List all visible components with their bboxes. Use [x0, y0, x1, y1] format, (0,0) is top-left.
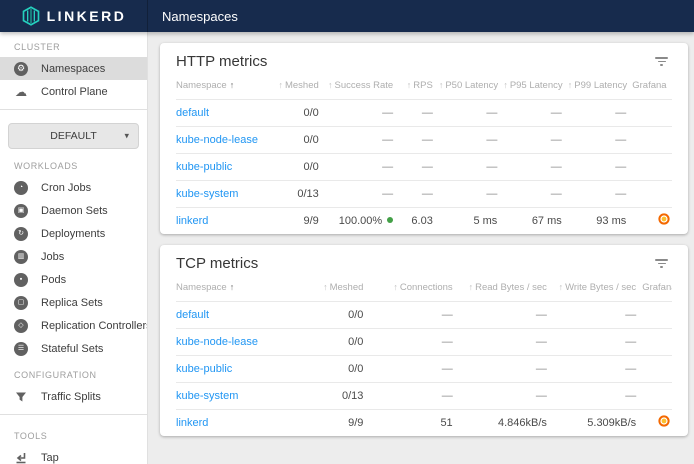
namespace-link[interactable]: linkerd — [176, 215, 208, 227]
namespace-link[interactable]: kube-node-lease — [176, 336, 258, 348]
col-grafana: Grafana — [642, 275, 672, 301]
sidebar-item-traffic-splits[interactable]: Traffic Splits — [0, 385, 147, 408]
http-metrics-title: HTTP metrics — [176, 53, 267, 70]
sort-asc-icon: ↑ — [230, 80, 235, 90]
funnel-icon — [14, 390, 28, 404]
chevron-down-icon: ▾ — [124, 130, 129, 141]
tcp-header-row: Namespace↑ ↑Meshed ↑Connections ↑Read By… — [176, 275, 672, 301]
table-row: kube-system 0/13 — — — — [176, 382, 672, 409]
col-namespace[interactable]: Namespace↑ — [176, 73, 270, 99]
filter-icon[interactable] — [651, 255, 672, 272]
col-meshed[interactable]: ↑Meshed — [270, 73, 325, 99]
linkerd-brand[interactable]: LINKERD — [0, 0, 148, 32]
stateful-sets-icon: ☰ — [14, 342, 28, 356]
namespace-link[interactable]: kube-node-lease — [176, 134, 258, 146]
tap-icon — [14, 451, 28, 464]
sidebar-item-deployments[interactable]: ↻ Deployments — [0, 222, 147, 245]
section-workloads: WORKLOADS — [0, 151, 147, 176]
sidebar-divider — [0, 109, 147, 110]
namespace-selector-dropdown[interactable]: DEFAULT ▾ — [8, 123, 139, 149]
http-metrics-table: Namespace↑ ↑Meshed ↑Success Rate ↑RPS ↑P… — [176, 73, 672, 234]
sidebar-divider — [0, 414, 147, 415]
tcp-metrics-table: Namespace↑ ↑Meshed ↑Connections ↑Read By… — [176, 275, 672, 436]
tcp-metrics-card: TCP metrics Namespace↑ ↑Meshed ↑Connecti… — [160, 245, 688, 436]
table-row: default 0/0 — — — — [176, 301, 672, 328]
filter-icon[interactable] — [651, 53, 672, 70]
jobs-icon: ▥ — [14, 250, 28, 264]
sidebar-item-replication-controllers[interactable]: ◇ Replication Controllers — [0, 314, 147, 337]
table-row: kube-public 0/0 — — — — — — [176, 153, 672, 180]
cloud-icon: ☁ — [14, 85, 28, 99]
sidebar: CLUSTER ⚙ Namespaces ☁ Control Plane DEF… — [0, 32, 148, 464]
namespaces-icon: ⚙ — [14, 62, 28, 76]
col-connections[interactable]: ↑Connections — [369, 275, 458, 301]
table-row: default 0/0 — — — — — — [176, 99, 672, 126]
table-row: kube-node-lease 0/0 — — — — — — [176, 126, 672, 153]
table-row: kube-system 0/13 — — — — — — [176, 180, 672, 207]
daemon-sets-icon: ▣ — [14, 204, 28, 218]
sort-icon: ↑ — [328, 80, 333, 90]
cron-jobs-icon: ◔ — [14, 181, 28, 195]
sort-asc-icon: ↑ — [230, 282, 235, 292]
col-read-bytes[interactable]: ↑Read Bytes / sec — [459, 275, 553, 301]
http-header-row: Namespace↑ ↑Meshed ↑Success Rate ↑RPS ↑P… — [176, 73, 672, 99]
replica-sets-icon: ▢ — [14, 296, 28, 310]
col-success-rate[interactable]: ↑Success Rate — [325, 73, 399, 99]
sort-icon: ↑ — [323, 282, 328, 292]
section-cluster: CLUSTER — [0, 32, 147, 57]
col-namespace[interactable]: Namespace↑ — [176, 275, 295, 301]
deployments-icon: ↻ — [14, 227, 28, 241]
col-write-bytes[interactable]: ↑Write Bytes / sec — [553, 275, 642, 301]
col-meshed[interactable]: ↑Meshed — [295, 275, 369, 301]
pods-icon: ▪ — [14, 273, 28, 287]
sidebar-item-jobs[interactable]: ▥ Jobs — [0, 245, 147, 268]
page-title: Namespaces — [148, 0, 238, 32]
sidebar-item-daemon-sets[interactable]: ▣ Daemon Sets — [0, 199, 147, 222]
sort-icon: ↑ — [278, 80, 283, 90]
replication-controllers-icon: ◇ — [14, 319, 28, 333]
main-content: HTTP metrics Namespace↑ ↑Meshed ↑Success… — [148, 32, 694, 464]
section-tools: TOOLS — [0, 421, 147, 446]
sidebar-item-stateful-sets[interactable]: ☰ Stateful Sets — [0, 337, 147, 360]
sidebar-item-tap[interactable]: Tap — [0, 446, 147, 464]
namespace-link[interactable]: default — [176, 107, 209, 119]
sort-icon: ↑ — [559, 282, 564, 292]
sort-icon: ↑ — [503, 80, 508, 90]
grafana-icon[interactable] — [658, 415, 670, 427]
sidebar-item-namespaces[interactable]: ⚙ Namespaces — [0, 57, 147, 80]
table-row: kube-public 0/0 — — — — [176, 355, 672, 382]
sort-icon: ↑ — [568, 80, 573, 90]
grafana-icon[interactable] — [658, 213, 670, 225]
col-grafana: Grafana — [632, 73, 672, 99]
linkerd-logo-icon — [21, 6, 41, 26]
col-p95[interactable]: ↑P95 Latency — [503, 73, 567, 99]
col-p50[interactable]: ↑P50 Latency — [439, 73, 503, 99]
namespace-link[interactable]: kube-system — [176, 188, 238, 200]
table-row: linkerd 9/9 100.00% 6.03 5 ms 67 ms 93 m… — [176, 207, 672, 234]
success-status-dot — [387, 217, 393, 223]
namespace-link[interactable]: kube-public — [176, 363, 232, 375]
top-app-bar: LINKERD Namespaces — [0, 0, 694, 32]
sidebar-item-replica-sets[interactable]: ▢ Replica Sets — [0, 291, 147, 314]
sidebar-item-control-plane[interactable]: ☁ Control Plane — [0, 80, 147, 103]
table-row: linkerd 9/9 51 4.846kB/s 5.309kB/s — [176, 409, 672, 436]
namespace-link[interactable]: kube-system — [176, 390, 238, 402]
sort-icon: ↑ — [407, 80, 412, 90]
sort-icon: ↑ — [393, 282, 398, 292]
brand-text: LINKERD — [47, 8, 127, 24]
namespace-link[interactable]: default — [176, 309, 209, 321]
namespace-link[interactable]: kube-public — [176, 161, 232, 173]
http-metrics-card: HTTP metrics Namespace↑ ↑Meshed ↑Success… — [160, 43, 688, 234]
tcp-metrics-title: TCP metrics — [176, 255, 258, 272]
sidebar-item-cron-jobs[interactable]: ◔ Cron Jobs — [0, 176, 147, 199]
sort-icon: ↑ — [469, 282, 474, 292]
col-p99[interactable]: ↑P99 Latency — [568, 73, 632, 99]
sidebar-item-pods[interactable]: ▪ Pods — [0, 268, 147, 291]
table-row: kube-node-lease 0/0 — — — — [176, 328, 672, 355]
section-configuration: CONFIGURATION — [0, 360, 147, 385]
col-rps[interactable]: ↑RPS — [399, 73, 439, 99]
sort-icon: ↑ — [439, 80, 444, 90]
namespace-link[interactable]: linkerd — [176, 417, 208, 429]
